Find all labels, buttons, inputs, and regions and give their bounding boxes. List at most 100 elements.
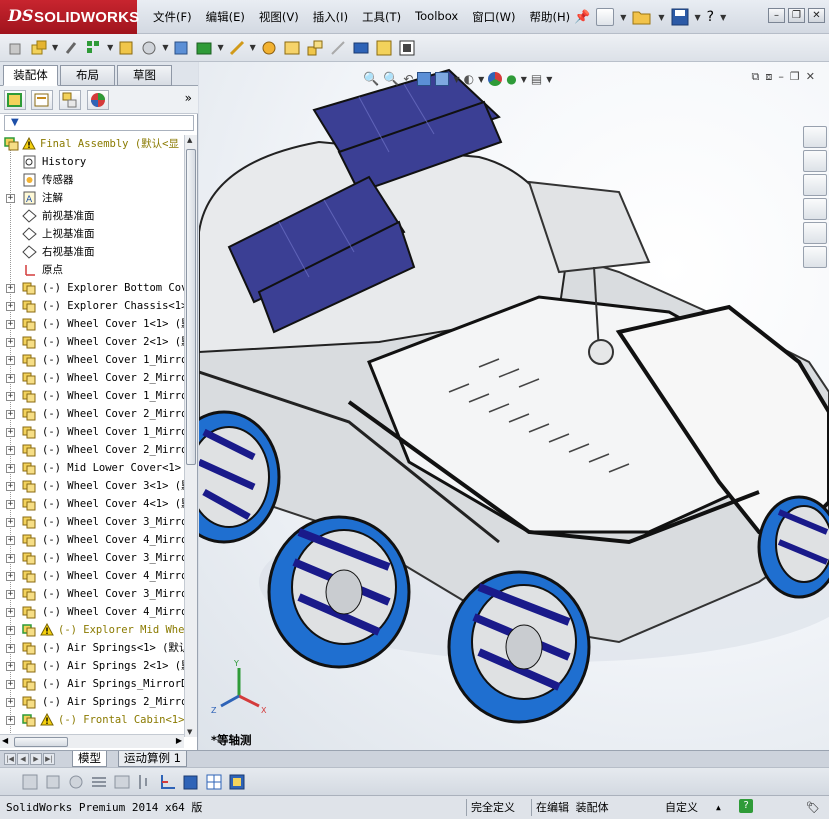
tree-vertical-scrollbar[interactable]: ▲ ▼ bbox=[184, 135, 197, 737]
view-orientation-dropdown-icon[interactable]: ▼ bbox=[453, 75, 459, 84]
apply-scene-icon[interactable]: ● bbox=[506, 72, 516, 86]
expand-toggle-icon[interactable]: + bbox=[6, 320, 15, 329]
tree-item[interactable]: 传感器 bbox=[0, 171, 184, 189]
expand-toggle-icon[interactable]: + bbox=[6, 554, 15, 563]
view-tools-icon[interactable] bbox=[66, 772, 86, 792]
menu-help[interactable]: 帮助(H) bbox=[523, 9, 578, 25]
open-folder-icon[interactable] bbox=[632, 8, 652, 26]
expand-toggle-icon[interactable]: + bbox=[6, 374, 15, 383]
clearance-verification-icon[interactable] bbox=[374, 38, 394, 58]
expand-toggle-icon[interactable]: + bbox=[6, 590, 15, 599]
tree-hscroll-thumb[interactable] bbox=[14, 737, 68, 747]
expand-panel-icon[interactable]: » bbox=[185, 91, 192, 105]
tree-item[interactable]: + (-) Air Springs 2_Mirro bbox=[0, 693, 184, 711]
expand-toggle-icon[interactable]: + bbox=[6, 464, 15, 473]
interference-detection-icon[interactable] bbox=[351, 38, 371, 58]
tree-filter[interactable]: ▼ bbox=[4, 115, 194, 131]
scroll-up-icon[interactable]: ▲ bbox=[187, 136, 192, 144]
design-library-icon[interactable] bbox=[803, 150, 827, 172]
menu-window[interactable]: 窗口(W) bbox=[465, 9, 522, 25]
tree-item[interactable]: + (-) Air Springs<1> (默认 bbox=[0, 639, 184, 657]
expand-toggle-icon[interactable]: + bbox=[6, 662, 15, 671]
expand-toggle-icon[interactable]: + bbox=[6, 410, 15, 419]
view-shaded-icon[interactable] bbox=[181, 772, 201, 792]
expand-toggle-icon[interactable]: + bbox=[6, 698, 15, 707]
expand-toggle-icon[interactable]: + bbox=[6, 338, 15, 347]
reference-geometry-icon[interactable] bbox=[227, 38, 247, 58]
linear-pattern-icon[interactable] bbox=[84, 38, 104, 58]
view-align-icon[interactable] bbox=[135, 772, 155, 792]
prev-tab-icon[interactable]: ◀ bbox=[17, 753, 29, 765]
view-tile-icon[interactable] bbox=[204, 772, 224, 792]
view-grid-icon[interactable] bbox=[20, 772, 40, 792]
assembly-features-icon[interactable] bbox=[194, 38, 214, 58]
zoom-to-fit-icon[interactable]: 🔍 bbox=[363, 72, 379, 87]
paperclip-icon[interactable] bbox=[61, 38, 81, 58]
expand-toggle-icon[interactable]: + bbox=[6, 608, 15, 617]
tree-item[interactable]: + (-) Wheel Cover 4<1> (默 bbox=[0, 495, 184, 513]
property-manager-tab-icon[interactable] bbox=[31, 90, 53, 110]
menu-insert[interactable]: 插入(I) bbox=[306, 9, 355, 25]
scroll-right-icon[interactable]: ▶ bbox=[176, 736, 182, 745]
open-dropdown-icon[interactable]: ▼ bbox=[658, 13, 664, 22]
doc-minimize-icon[interactable]: – bbox=[778, 70, 784, 84]
tree-item[interactable]: + (-) Wheel Cover 1_Mirro bbox=[0, 387, 184, 405]
zoom-area-icon[interactable]: 🔍 bbox=[383, 72, 399, 87]
edit-appearance-icon[interactable] bbox=[488, 72, 503, 86]
menu-view[interactable]: 视图(V) bbox=[252, 9, 306, 25]
tree-item[interactable]: + (-) Explorer Mid Whe bbox=[0, 621, 184, 639]
move-dropdown-icon[interactable]: ▼ bbox=[162, 43, 168, 52]
expand-toggle-icon[interactable]: + bbox=[6, 536, 15, 545]
tree-item[interactable]: + (-) Wheel Cover 3_Mirro bbox=[0, 513, 184, 531]
tree-item[interactable]: + (-) Wheel Cover 4_Mirro bbox=[0, 531, 184, 549]
view-settings-dropdown-icon[interactable]: ▼ bbox=[546, 75, 552, 84]
expand-toggle-icon[interactable]: + bbox=[6, 194, 15, 203]
custom-properties-icon[interactable] bbox=[803, 246, 827, 268]
view-settings-icon[interactable]: ▤ bbox=[531, 72, 542, 86]
exploded-view-icon[interactable] bbox=[305, 38, 325, 58]
expand-toggle-icon[interactable]: + bbox=[6, 284, 15, 293]
expand-toggle-icon[interactable]: + bbox=[6, 446, 15, 455]
unit-dropdown-icon[interactable]: ▲ bbox=[716, 799, 721, 816]
move-component-icon[interactable] bbox=[139, 38, 159, 58]
tree-item[interactable]: + (-) Explorer Chassis<1> bbox=[0, 297, 184, 315]
tree-item[interactable]: 右视基准面 bbox=[0, 243, 184, 261]
graphics-area[interactable]: 🔍 🔍 ↶ ▼ ◐ ▼ ● ▼ ▤ ▼ ⧉ ⧈ – ❐ ✕ Y X Z *等轴测 bbox=[199, 62, 829, 750]
save-icon[interactable] bbox=[671, 8, 689, 26]
expand-toggle-icon[interactable]: + bbox=[6, 392, 15, 401]
view-axes-icon[interactable] bbox=[158, 772, 178, 792]
tree-item[interactable]: 上视基准面 bbox=[0, 225, 184, 243]
view-sheet-icon[interactable] bbox=[227, 772, 247, 792]
menu-toolbox[interactable]: Toolbox bbox=[408, 9, 465, 25]
new-motion-study-icon[interactable] bbox=[259, 38, 279, 58]
solidworks-resources-icon[interactable] bbox=[803, 126, 827, 148]
show-hidden-icon[interactable] bbox=[171, 38, 191, 58]
expand-toggle-icon[interactable]: + bbox=[6, 680, 15, 689]
tree-item[interactable]: + (-) Wheel Cover 3_Mirro bbox=[0, 585, 184, 603]
tree-item[interactable]: + (-) Wheel Cover 2_Mirro bbox=[0, 405, 184, 423]
view-orientation-icon[interactable] bbox=[435, 72, 450, 86]
tree-item[interactable]: + (-) Wheel Cover 2<1> (默 bbox=[0, 333, 184, 351]
rover-model[interactable] bbox=[199, 62, 829, 750]
status-help-icon[interactable]: ? bbox=[739, 799, 753, 813]
appearances-icon[interactable] bbox=[803, 222, 827, 244]
help-dropdown-icon[interactable]: ▼ bbox=[720, 13, 726, 22]
split-view-2-icon[interactable]: ⧈ bbox=[765, 70, 772, 84]
instant3d-icon[interactable] bbox=[397, 38, 417, 58]
tree-item[interactable]: + (-) Air Springs 2<1> (默 bbox=[0, 657, 184, 675]
doc-restore-icon[interactable]: ❐ bbox=[790, 70, 800, 84]
tree-item[interactable]: + (-) Wheel Cover 1_Mirro bbox=[0, 423, 184, 441]
scroll-down-icon[interactable]: ▼ bbox=[187, 728, 192, 736]
tree-scroll-thumb[interactable] bbox=[186, 149, 196, 465]
tree-item[interactable]: + (-) Wheel Cover 4_Mirro bbox=[0, 567, 184, 585]
section-view-icon[interactable] bbox=[417, 72, 432, 86]
expand-toggle-icon[interactable]: + bbox=[6, 518, 15, 527]
features-dropdown-icon[interactable]: ▼ bbox=[217, 43, 223, 52]
tree-root-assembly[interactable]: Final Assembly (默认<显 bbox=[0, 135, 184, 153]
tag-icon[interactable]: 🏷 bbox=[806, 799, 820, 816]
tab-assembly[interactable]: 装配体 bbox=[3, 65, 58, 86]
view-table-icon[interactable] bbox=[112, 772, 132, 792]
tree-item[interactable]: + (-) Wheel Cover 2_Mirro bbox=[0, 441, 184, 459]
tree-item[interactable]: + (-) Wheel Cover 3_Mirro bbox=[0, 549, 184, 567]
menu-file[interactable]: 文件(F) bbox=[146, 9, 199, 25]
